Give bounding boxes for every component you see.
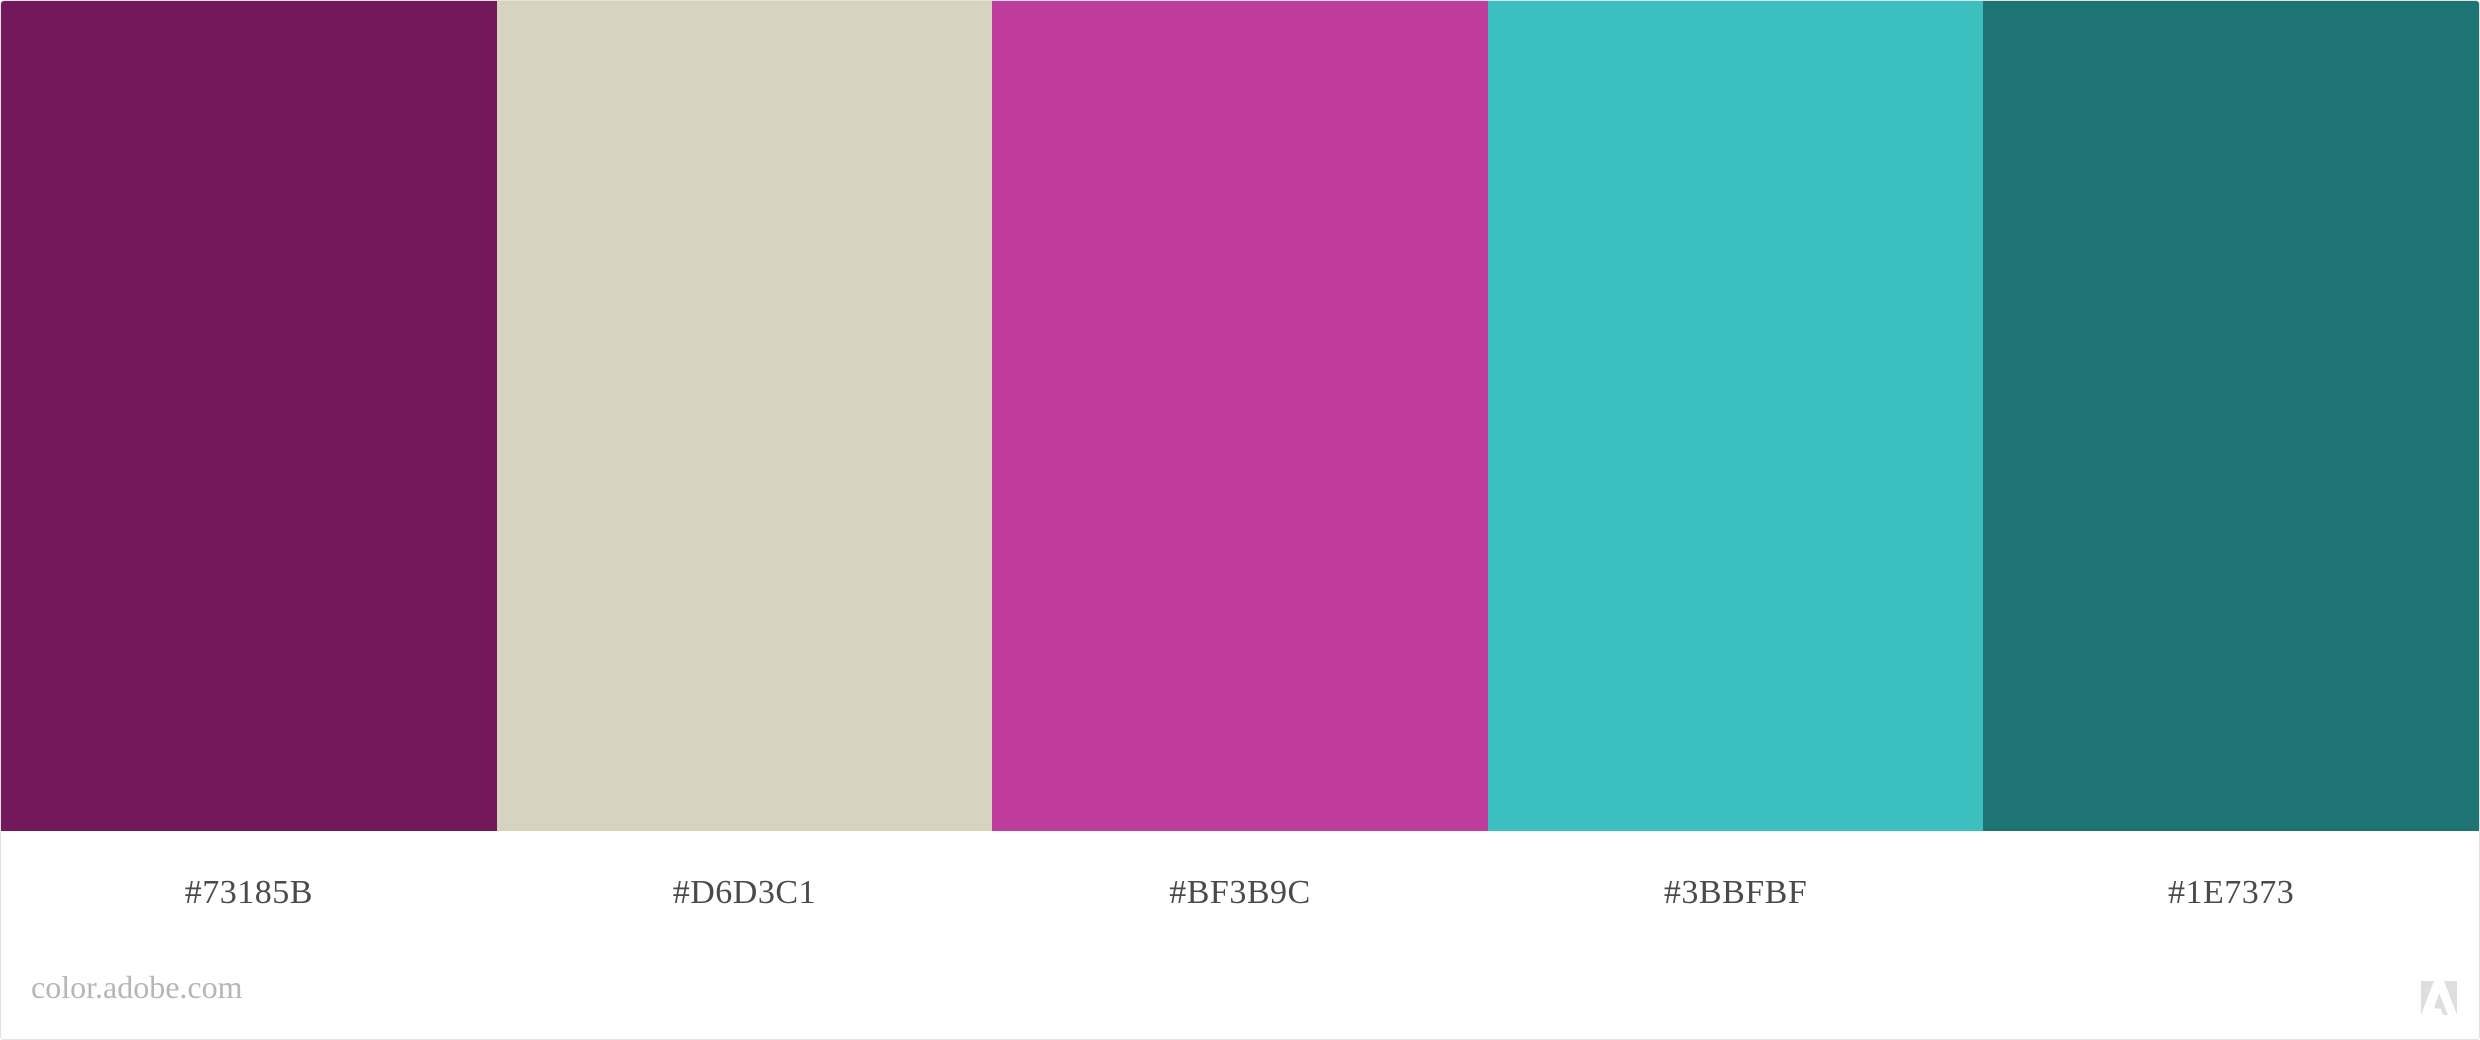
- hex-label-row: #73185B #D6D3C1 #BF3B9C #3BBFBF #1E7373: [1, 831, 2479, 961]
- hex-code-label: #3BBFBF: [1663, 874, 1808, 911]
- color-swatch-2[interactable]: [496, 1, 993, 831]
- source-url-text: color.adobe.com: [31, 969, 243, 1005]
- hex-code-label: #73185B: [184, 874, 313, 911]
- hex-code-label: #D6D3C1: [672, 874, 817, 911]
- color-swatch-3[interactable]: [992, 1, 1488, 831]
- adobe-logo-icon: [2421, 981, 2457, 1015]
- color-swatch-4[interactable]: [1487, 1, 1984, 831]
- color-swatch-5[interactable]: [1983, 1, 2479, 831]
- swatch-row: [1, 1, 2479, 831]
- hex-code-label: #1E7373: [2168, 874, 2295, 911]
- hex-label-cell: #1E7373: [1983, 831, 2479, 961]
- hex-label-cell: #3BBFBF: [1488, 831, 1984, 961]
- color-swatch-1[interactable]: [1, 1, 497, 831]
- hex-code-label: #BF3B9C: [1169, 874, 1311, 911]
- hex-label-cell: #73185B: [1, 831, 497, 961]
- hex-label-cell: #D6D3C1: [497, 831, 993, 961]
- hex-label-cell: #BF3B9C: [992, 831, 1488, 961]
- palette-card: #73185B #D6D3C1 #BF3B9C #3BBFBF #1E7373 …: [0, 0, 2480, 1040]
